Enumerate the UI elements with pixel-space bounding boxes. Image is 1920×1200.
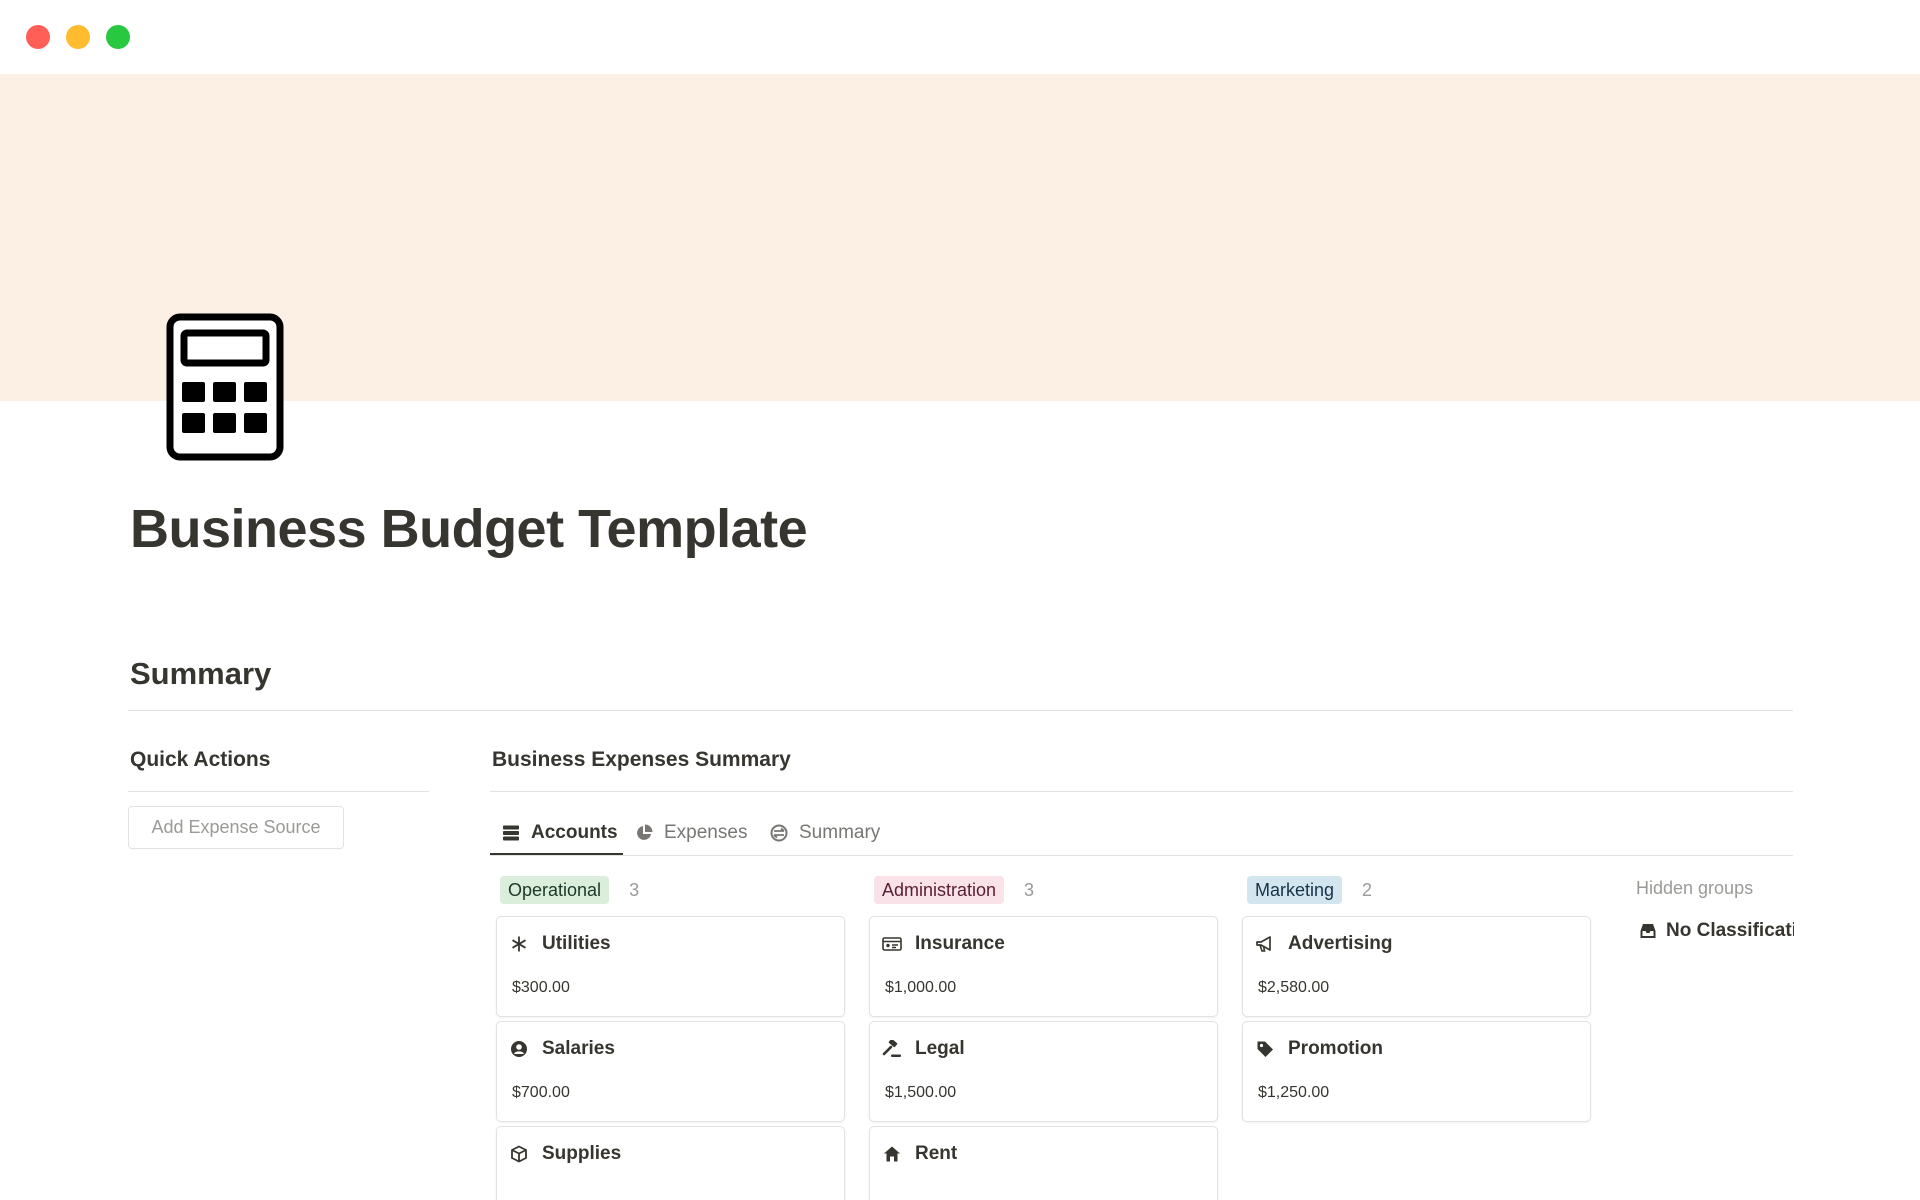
hidden-group-label: No Classificati	[1666, 920, 1794, 941]
pie-chart-icon	[634, 823, 654, 843]
board-card[interactable]: Salaries $700.00	[496, 1021, 845, 1122]
exchange-icon	[769, 823, 789, 843]
tag-icon	[1255, 1039, 1275, 1059]
card-title: Utilities	[542, 933, 611, 954]
group-count: 3	[629, 879, 640, 900]
card-amount: $1,000.00	[885, 979, 957, 996]
tabs-divider	[490, 855, 1793, 856]
tab-label: Summary	[799, 822, 881, 843]
board-card[interactable]: Utilities $300.00	[496, 916, 845, 1017]
minimize-window-button[interactable]	[66, 25, 90, 49]
card-title: Legal	[915, 1038, 965, 1059]
board-card[interactable]: Insurance $1,000.00	[869, 916, 1218, 1017]
inbox-icon	[1638, 921, 1658, 941]
card-amount: $1,500.00	[885, 1084, 957, 1101]
card-amount: $1,250.00	[1258, 1084, 1330, 1101]
add-expense-source-button[interactable]: Add Expense Source	[128, 806, 344, 849]
card-title: Promotion	[1288, 1038, 1383, 1059]
card-title: Salaries	[542, 1038, 615, 1059]
quick-actions-heading: Quick Actions	[130, 748, 271, 771]
box-icon	[509, 1144, 529, 1164]
user-circle-icon	[509, 1039, 529, 1059]
tab-expenses[interactable]: Expenses	[634, 818, 747, 848]
summary-divider	[128, 710, 1793, 711]
board-card[interactable]: Rent	[869, 1126, 1218, 1200]
close-window-button[interactable]	[26, 25, 50, 49]
quick-actions-divider	[128, 791, 429, 792]
gavel-icon	[882, 1039, 902, 1059]
group-header-operational[interactable]: Operational 3	[500, 876, 639, 904]
expenses-summary-divider	[490, 791, 1793, 792]
board-card[interactable]: Legal $1,500.00	[869, 1021, 1218, 1122]
tab-label: Accounts	[531, 822, 618, 843]
page-cover[interactable]	[0, 74, 1920, 401]
board-card[interactable]: Supplies	[496, 1126, 845, 1200]
card-amount: $2,580.00	[1258, 979, 1330, 996]
card-amount: $700.00	[512, 1084, 570, 1101]
card-amount: $300.00	[512, 979, 570, 996]
expenses-summary-heading: Business Expenses Summary	[492, 748, 791, 771]
group-header-marketing[interactable]: Marketing 2	[1247, 876, 1372, 904]
tab-label: Expenses	[664, 822, 748, 843]
group-count: 3	[1024, 879, 1035, 900]
hidden-group-no-classification[interactable]: No Classificati	[1638, 920, 1794, 942]
zoom-window-button[interactable]	[106, 25, 130, 49]
tab-summary[interactable]: Summary	[769, 818, 880, 848]
board-card[interactable]: Promotion $1,250.00	[1242, 1021, 1591, 1122]
hidden-groups-label: Hidden groups	[1636, 878, 1754, 898]
card-title: Rent	[915, 1143, 958, 1164]
card-title: Advertising	[1288, 933, 1393, 954]
table-icon	[501, 823, 521, 843]
group-tag: Administration	[874, 876, 1005, 904]
card-title: Insurance	[915, 933, 1005, 954]
calculator-icon[interactable]	[165, 312, 285, 462]
card-title: Supplies	[542, 1143, 622, 1164]
board-card[interactable]: Advertising $2,580.00	[1242, 916, 1591, 1017]
summary-heading: Summary	[130, 656, 272, 691]
group-tag: Marketing	[1247, 876, 1343, 904]
group-count: 2	[1362, 879, 1373, 900]
window-titlebar	[0, 0, 1920, 74]
page-title: Business Budget Template	[130, 499, 808, 559]
group-header-administration[interactable]: Administration 3	[874, 876, 1034, 904]
home-icon	[882, 1144, 902, 1164]
group-tag: Operational	[500, 876, 610, 904]
megaphone-icon	[1255, 934, 1275, 954]
tab-accounts[interactable]: Accounts	[501, 818, 618, 848]
asterisk-icon	[509, 934, 529, 954]
id-card-icon	[882, 934, 902, 954]
